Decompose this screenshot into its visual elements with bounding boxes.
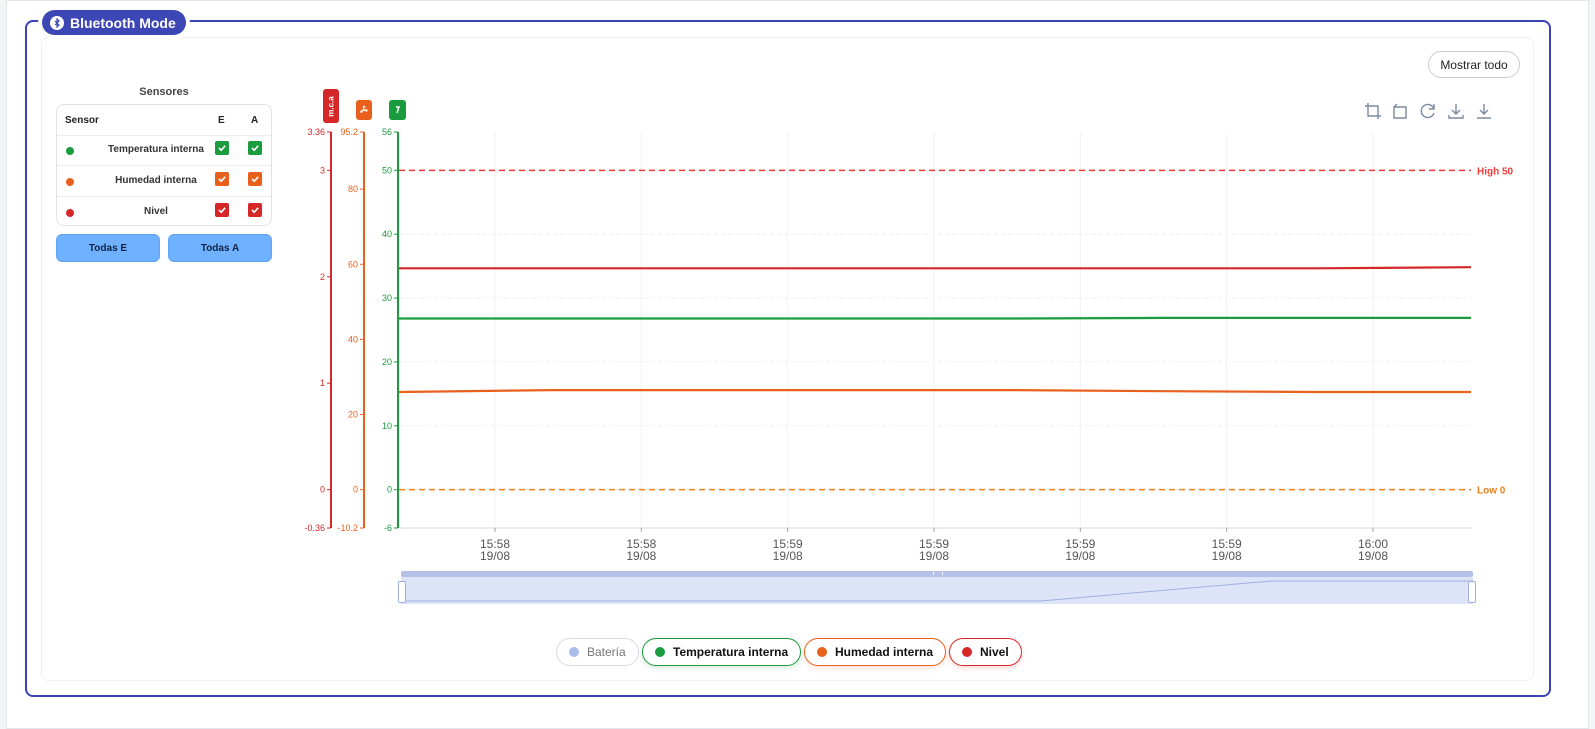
sensor-name: Temperatura interna <box>108 144 204 155</box>
nivel-axis-unit: m.c.a <box>326 95 336 117</box>
nivel-axis-tag: m.c.a <box>323 89 339 123</box>
sensor-row-humedad: Humedad interna <box>57 166 271 197</box>
checkbox-e-humedad[interactable] <box>215 172 229 186</box>
status-dot <box>66 178 74 186</box>
legend-item-temperatura[interactable]: Temperatura interna <box>642 638 802 666</box>
checkbox-e-temperatura[interactable] <box>215 141 229 155</box>
sensor-table: Sensor E A Temperatura interna Humedad i… <box>56 104 272 226</box>
slider-handle-right[interactable] <box>1468 581 1476 603</box>
temperature-axis-tag <box>389 100 406 120</box>
show-all-button[interactable]: Mostrar todo <box>1428 51 1520 78</box>
sensor-row-temperatura: Temperatura interna <box>57 135 271 166</box>
checkbox-a-humedad[interactable] <box>248 172 262 186</box>
zoom-icon[interactable] <box>1363 101 1383 121</box>
checkbox-e-nivel[interactable] <box>215 203 229 217</box>
sensor-name: Humedad interna <box>115 175 197 186</box>
legend-item-nivel[interactable]: Nivel <box>949 638 1022 666</box>
humidity-axis-tag <box>356 100 372 120</box>
sensor-column-header: Sensor <box>65 115 99 126</box>
fan-icon <box>360 105 368 113</box>
all-a-button[interactable]: Todas A <box>168 234 272 262</box>
checkbox-a-nivel[interactable] <box>248 203 262 217</box>
legend-item-humedad[interactable]: Humedad interna <box>804 638 947 666</box>
panel-title: Bluetooth Mode <box>70 14 176 31</box>
status-dot <box>66 209 74 217</box>
download-alt-icon[interactable] <box>1474 101 1494 121</box>
legend-dot <box>817 647 827 657</box>
sensor-row-nivel: Nivel <box>57 197 271 227</box>
slider-preview <box>401 580 1473 602</box>
legend-dot <box>655 647 665 657</box>
all-e-button[interactable]: Todas E <box>56 234 160 262</box>
bluetooth-mode-badge: Bluetooth Mode <box>42 10 186 35</box>
thermometer-icon <box>395 106 400 114</box>
slider-grip[interactable] <box>933 572 943 575</box>
legend-dot <box>962 647 972 657</box>
legend-dot <box>569 647 579 657</box>
legend-label: Temperatura interna <box>673 645 789 659</box>
slider-handle-left[interactable] <box>398 581 406 603</box>
legend-label: Batería <box>587 645 626 659</box>
bluetooth-icon <box>50 15 64 30</box>
zoom-reset-icon[interactable] <box>1390 101 1410 121</box>
sensor-name: Nivel <box>144 206 168 217</box>
status-dot <box>66 147 74 155</box>
legend-label: Humedad interna <box>835 645 934 659</box>
legend-label: Nivel <box>980 645 1009 659</box>
refresh-icon[interactable] <box>1418 101 1438 121</box>
data-zoom-slider[interactable] <box>398 571 1476 604</box>
legend-item-bateria[interactable]: Batería <box>556 638 639 666</box>
download-icon[interactable] <box>1446 101 1466 121</box>
sensors-title: Sensores <box>139 86 189 98</box>
checkbox-a-temperatura[interactable] <box>248 141 262 155</box>
e-column-header: E <box>218 115 225 126</box>
sensor-table-header: Sensor E A <box>57 105 271 136</box>
a-column-header: A <box>251 115 259 126</box>
